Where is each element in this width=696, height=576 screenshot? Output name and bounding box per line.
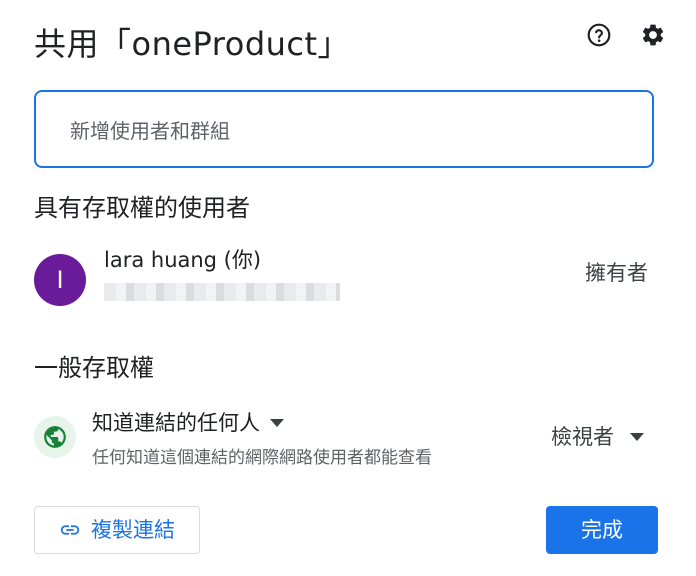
chevron-down-icon [630,433,644,441]
viewer-role-dropdown[interactable]: 檢視者 [551,422,644,452]
link-access-dropdown[interactable]: 知道連結的任何人 [92,408,284,438]
user-name: lara huang (你) [104,248,262,272]
owner-role-label: 擁有者 [585,261,648,285]
gear-icon[interactable] [640,22,666,48]
people-with-access-heading: 具有存取權的使用者 [34,194,250,222]
link-access-label: 知道連結的任何人 [92,411,260,435]
link-access-description: 任何知道這個連結的網際網路使用者都能查看 [92,448,432,468]
copy-link-button[interactable]: 複製連結 [34,506,200,554]
done-button[interactable]: 完成 [546,506,658,554]
add-people-input[interactable] [68,116,632,146]
link-icon [60,525,80,535]
copy-link-label: 複製連結 [91,518,175,542]
viewer-role-label: 檢視者 [551,425,614,449]
add-people-field[interactable] [34,90,654,168]
help-icon[interactable] [586,22,612,48]
globe-icon [34,416,76,458]
chevron-down-icon [270,419,284,427]
redacted-email [104,283,340,301]
general-access-heading: 一般存取權 [34,354,154,382]
dialog-title: 共用「oneProduct」 [34,25,351,63]
avatar: I [34,254,86,306]
